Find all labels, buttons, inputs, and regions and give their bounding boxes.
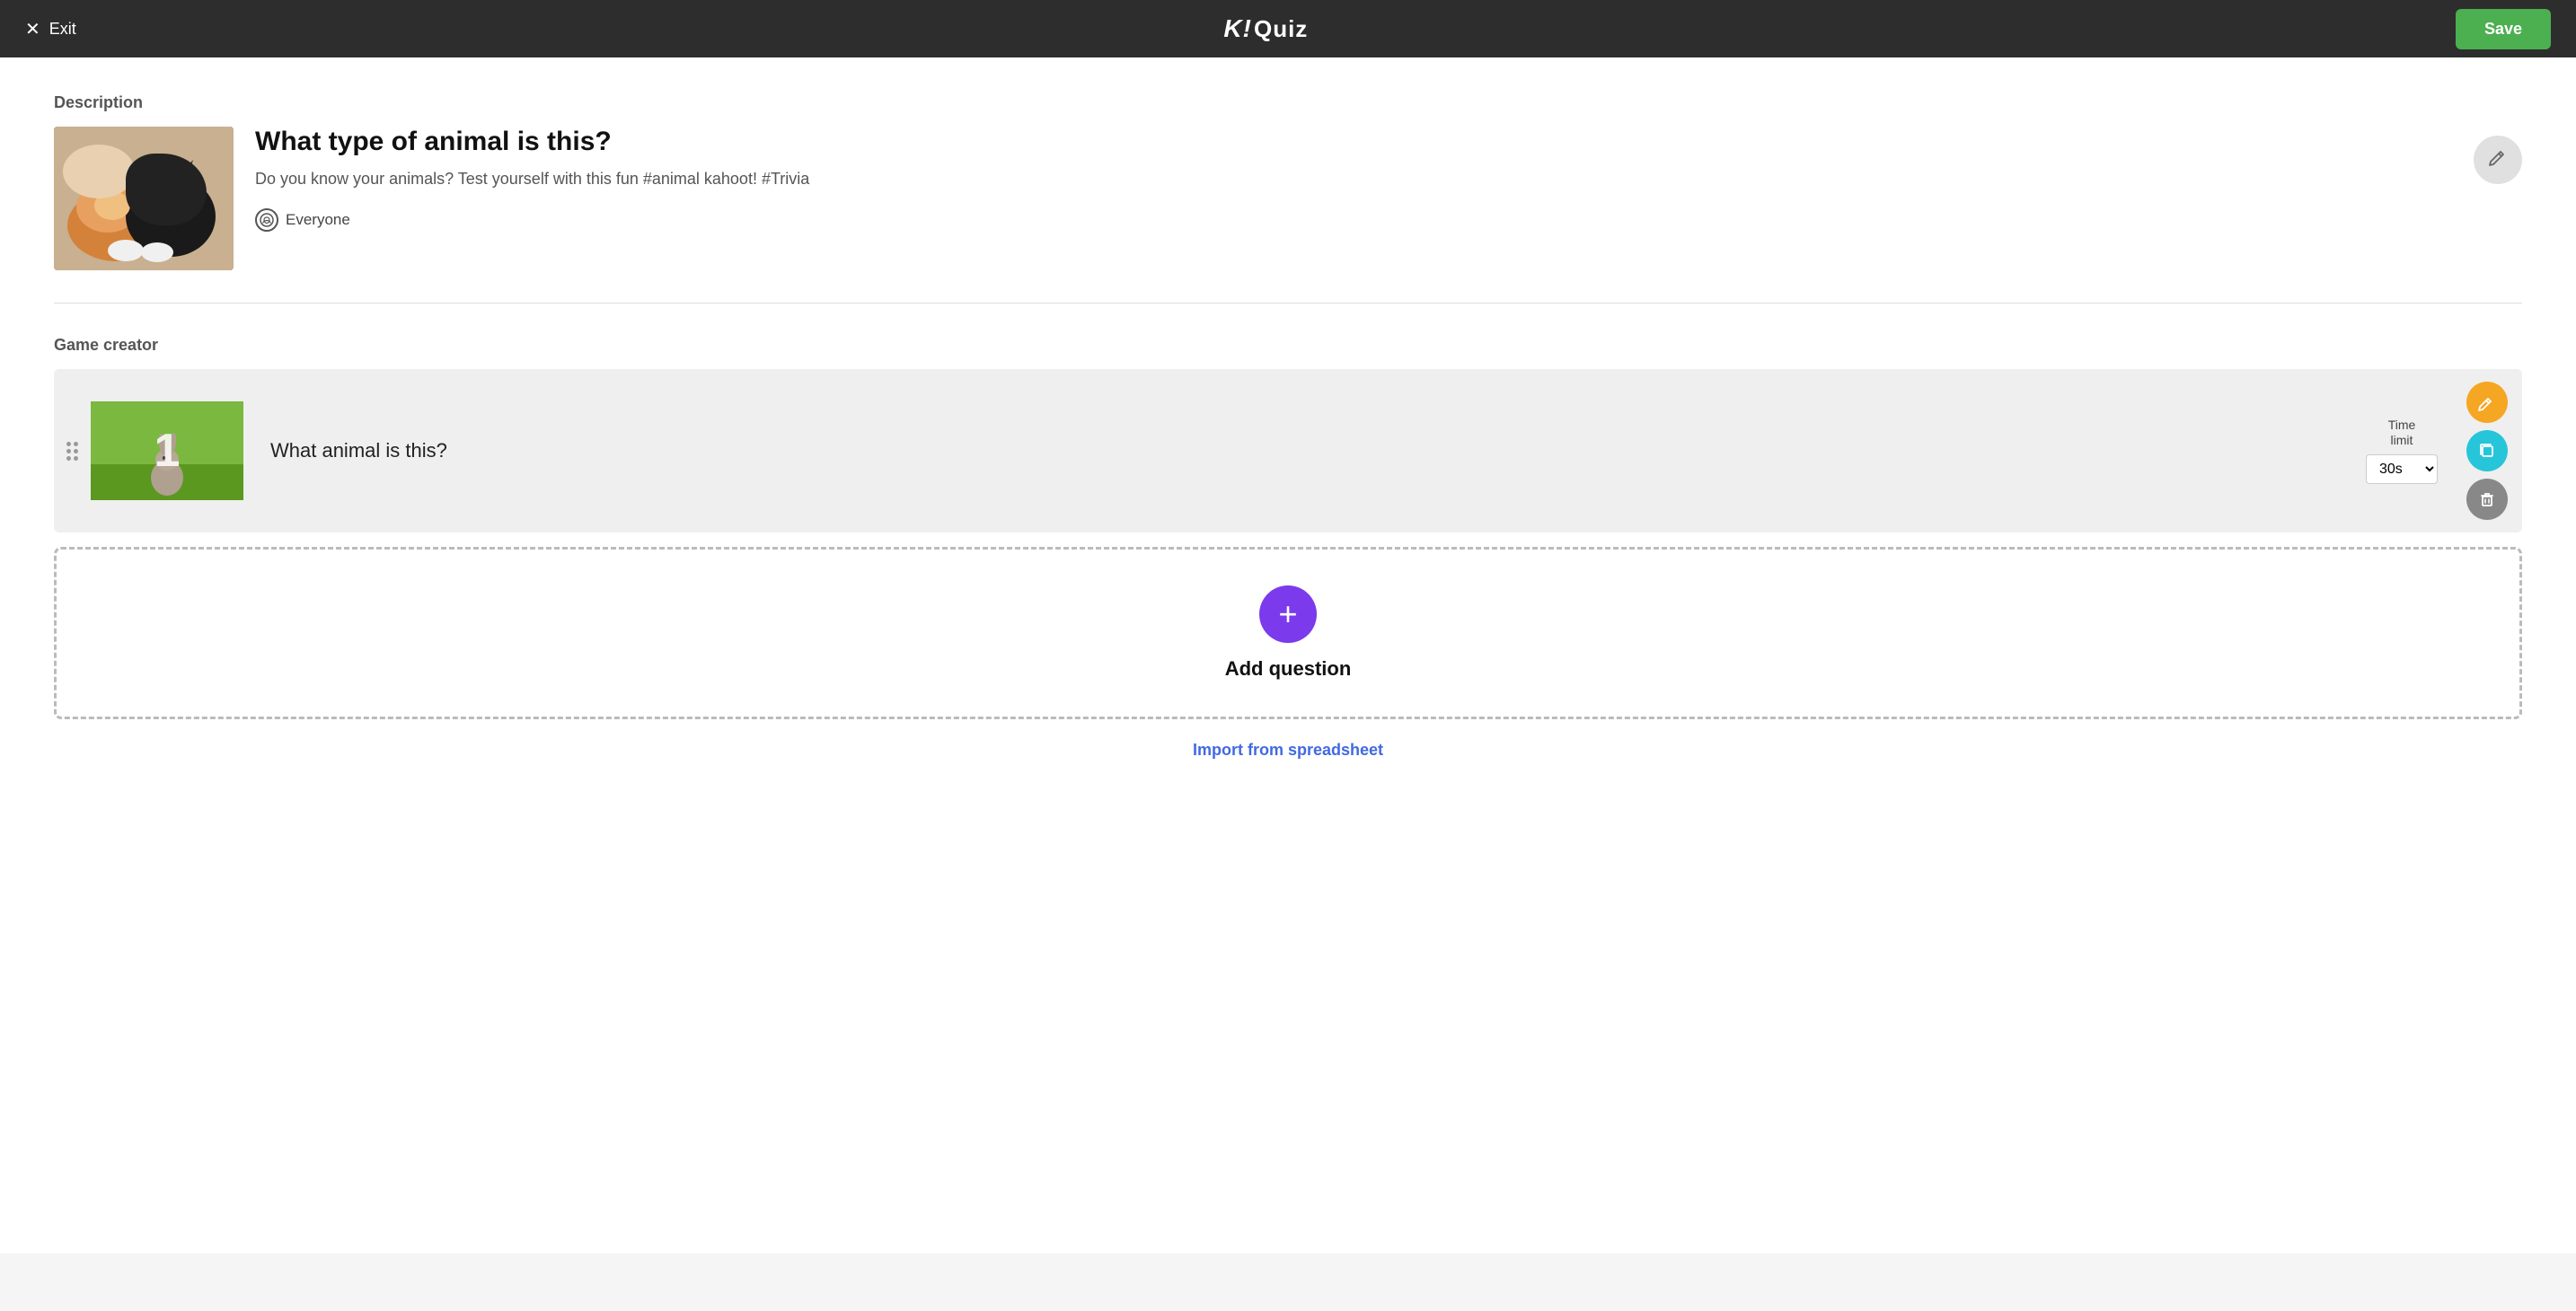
add-question-label: Add question [1225,657,1352,681]
logo-k: K! [1223,14,1252,43]
time-limit-area: Timelimit 5s 10s 20s 30s 60s 90s 120s 24… [2366,418,2438,485]
game-creator-label: Game creator [54,336,2522,355]
description-section: Description [54,93,2522,270]
quiz-subtitle: Do you know your animals? Test yourself … [255,168,2522,190]
add-question-area[interactable]: + Add question [54,547,2522,719]
exit-button[interactable]: ✕ Exit [25,18,76,40]
description-content: What type of animal is this? Do you know… [255,127,2522,232]
drag-dot [74,456,78,461]
audience-label: Everyone [286,211,350,229]
exit-label: Exit [49,20,76,39]
drag-dots-top [66,442,78,446]
main-content: Description [0,57,2576,1254]
drag-dot [66,442,71,446]
question-duplicate-button[interactable] [2466,430,2508,471]
drag-handle[interactable] [54,369,91,532]
logo-text: Quiz [1254,15,1308,43]
save-button[interactable]: Save [2456,9,2551,49]
drag-dot [66,456,71,461]
x-icon: ✕ [25,18,40,40]
pencil-icon [2488,147,2508,172]
description-section-label: Description [54,93,2522,112]
app-header: ✕ Exit K! Quiz Save [0,0,2576,57]
question-number: 1 [154,427,181,474]
question-thumb-bg: 1 [91,401,243,500]
quiz-thumbnail [54,127,234,270]
drag-dots-bot [66,456,78,461]
question-actions [2452,369,2522,532]
question-text: What animal is this? [243,439,2366,462]
time-limit-label: Timelimit [2388,418,2416,448]
question-row: 1 What animal is this? Timelimit 5s 10s … [54,369,2522,532]
audience-badge: Everyone [255,208,2522,232]
drag-dots-mid [66,449,78,453]
time-limit-select[interactable]: 5s 10s 20s 30s 60s 90s 120s 240s [2366,454,2438,484]
description-edit-button[interactable] [2474,136,2522,184]
question-thumbnail: 1 [91,401,243,500]
drag-dot [74,442,78,446]
quiz-title: What type of animal is this? [255,127,2522,157]
audience-icon [255,208,278,232]
cat-svg [54,127,234,270]
import-spreadsheet-link[interactable]: Import from spreadsheet [54,741,2522,760]
drag-dot [74,449,78,453]
cat-image [54,127,234,270]
section-divider [54,303,2522,304]
app-logo: K! Quiz [1223,14,1308,43]
question-delete-button[interactable] [2466,479,2508,520]
game-creator-section: Game creator [54,336,2522,760]
drag-dot [66,449,71,453]
description-card: What type of animal is this? Do you know… [54,127,2522,270]
add-question-circle: + [1259,585,1317,643]
plus-icon: + [1278,595,1297,633]
question-edit-button[interactable] [2466,382,2508,423]
